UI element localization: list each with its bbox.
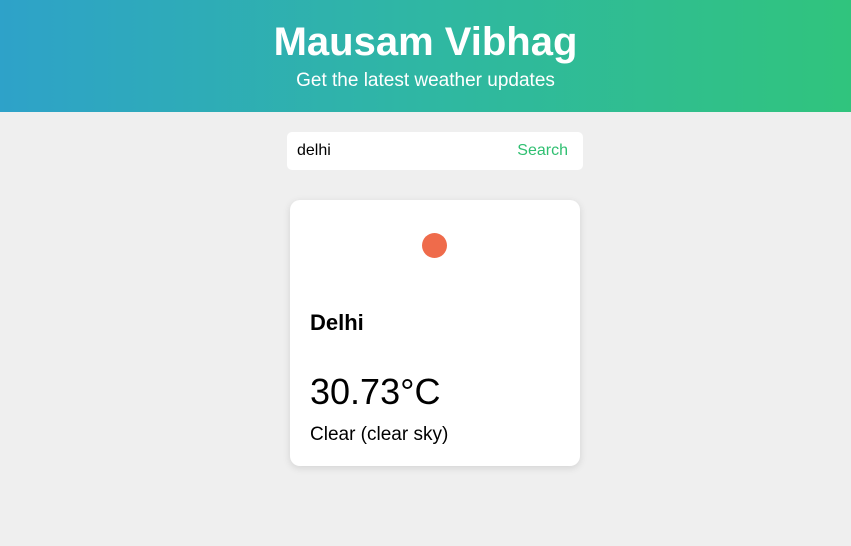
sun-icon <box>422 233 447 258</box>
app-header: Mausam Vibhag Get the latest weather upd… <box>0 0 851 112</box>
weather-card: Delhi 30.73°C Clear (clear sky) <box>290 200 580 466</box>
app-subtitle: Get the latest weather updates <box>296 70 555 91</box>
search-bar: Search <box>287 132 583 170</box>
weather-condition: Clear (clear sky) <box>310 424 449 445</box>
search-input[interactable] <box>287 132 487 170</box>
search-button[interactable]: Search <box>507 132 583 170</box>
city-name: Delhi <box>310 310 364 335</box>
app-title: Mausam Vibhag <box>273 20 578 64</box>
temperature: 30.73°C <box>310 371 441 412</box>
